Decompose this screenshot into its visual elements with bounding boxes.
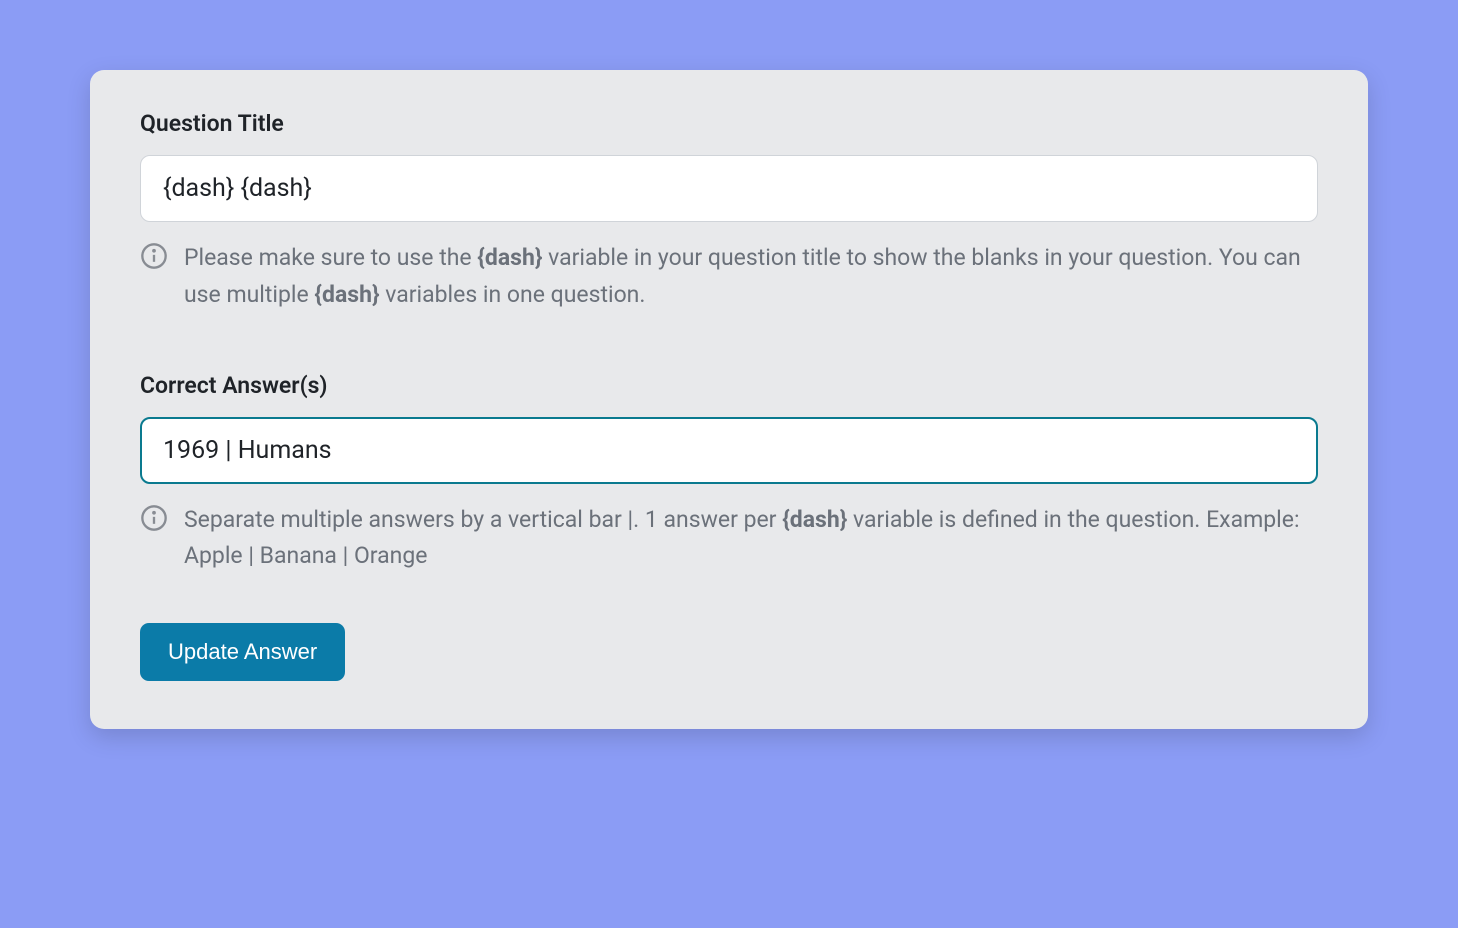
- form-card: Question Title Please make sure to use t…: [90, 70, 1368, 729]
- question-title-input[interactable]: [140, 155, 1318, 222]
- correct-answers-input[interactable]: [140, 417, 1318, 484]
- correct-answers-label: Correct Answer(s): [140, 372, 1318, 399]
- question-title-label: Question Title: [140, 110, 1318, 137]
- update-answer-button[interactable]: Update Answer: [140, 623, 345, 681]
- info-icon: [140, 504, 168, 544]
- question-title-help-text: Please make sure to use the {dash} varia…: [184, 240, 1318, 314]
- correct-answers-help: Separate multiple answers by a vertical …: [140, 502, 1318, 576]
- info-icon: [140, 242, 168, 282]
- correct-answers-help-text: Separate multiple answers by a vertical …: [184, 502, 1318, 576]
- question-title-help: Please make sure to use the {dash} varia…: [140, 240, 1318, 314]
